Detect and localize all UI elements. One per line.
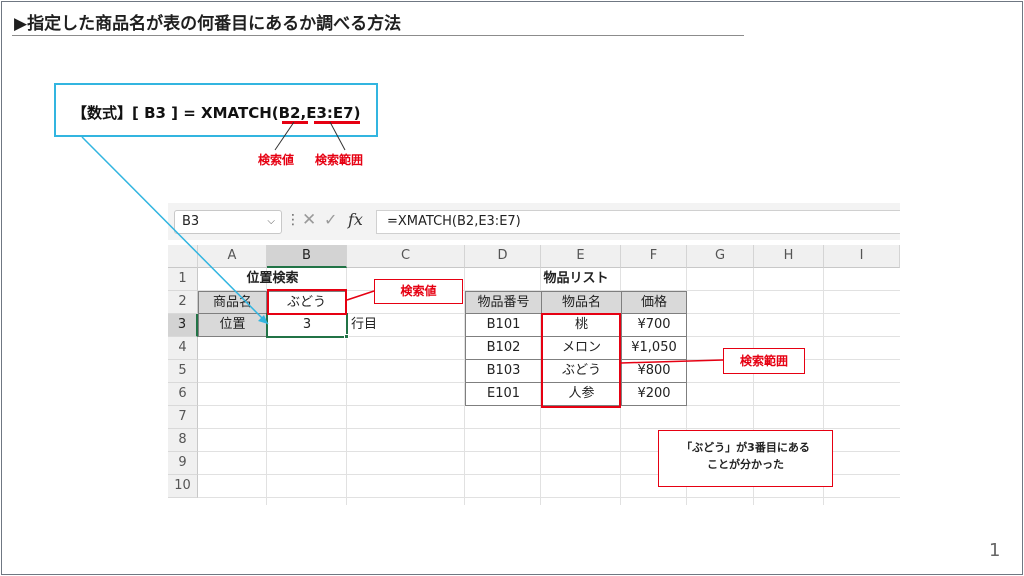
page-number: 1 bbox=[989, 540, 1001, 561]
column-header-g[interactable]: G bbox=[687, 245, 754, 268]
table-cell[interactable]: B102 bbox=[465, 336, 542, 360]
slide-title: ▶指定した商品名が表の何番目にあるか調べる方法 bbox=[14, 14, 402, 34]
table-cell[interactable]: ¥1,050 bbox=[621, 336, 687, 360]
formula-label-lookup-range: 検索範囲 bbox=[315, 153, 364, 167]
row-header-2[interactable]: 2 bbox=[168, 291, 198, 314]
insert-function-icon[interactable]: fx bbox=[348, 210, 363, 229]
callout-lookup-range: 検索範囲 bbox=[723, 348, 805, 374]
cell-a2-product-label[interactable]: 商品名 bbox=[198, 291, 267, 314]
row-header-7[interactable]: 7 bbox=[168, 406, 198, 429]
arg1-underline bbox=[282, 121, 308, 124]
gridline bbox=[198, 497, 900, 498]
gridline bbox=[198, 428, 900, 429]
table-cell[interactable]: ¥700 bbox=[621, 313, 687, 337]
name-box-value: B3 bbox=[182, 214, 200, 229]
column-header-c[interactable]: C bbox=[347, 245, 465, 268]
arg2-underline bbox=[314, 121, 360, 124]
row-header-1[interactable]: 1 bbox=[168, 268, 198, 291]
row-header-9[interactable]: 9 bbox=[168, 452, 198, 475]
result-note-line1: 「ぶどう」が3番目にある bbox=[681, 441, 810, 454]
formula-label-lookup-value: 検索値 bbox=[258, 153, 295, 167]
lookup-value-highlight bbox=[267, 289, 347, 315]
fill-handle[interactable] bbox=[344, 334, 349, 339]
column-header-f[interactable]: F bbox=[621, 245, 687, 268]
result-note: 「ぶどう」が3番目にある ことが分かった bbox=[658, 430, 833, 487]
name-box[interactable]: B3 ⌵ bbox=[174, 210, 282, 234]
column-header-i[interactable]: I bbox=[824, 245, 900, 268]
formula-arg1: B2 bbox=[278, 104, 301, 122]
formula-suffix: ) bbox=[353, 104, 361, 122]
excel-sheet: B3 ⌵ ⋮ ✕ ✓ fx =XMATCH(B2,E3:E7) A B C D E… bbox=[168, 203, 900, 505]
table-header-cell[interactable]: 価格 bbox=[621, 291, 687, 314]
cell-c3-suffix[interactable]: 行目 bbox=[347, 314, 427, 337]
chevron-down-icon[interactable]: ⌵ bbox=[267, 211, 275, 233]
lookup-range-highlight bbox=[541, 313, 621, 408]
table-header-cell[interactable]: 物品番号 bbox=[465, 291, 542, 314]
select-all-corner[interactable] bbox=[168, 245, 198, 268]
table-cell[interactable]: E101 bbox=[465, 382, 542, 406]
column-header-a[interactable]: A bbox=[198, 245, 267, 268]
cancel-icon[interactable]: ✕ bbox=[302, 210, 316, 230]
active-cell-selection bbox=[266, 313, 348, 338]
column-header-h[interactable]: H bbox=[754, 245, 824, 268]
formula-arg2: E3:E7 bbox=[306, 104, 354, 122]
title-rule bbox=[12, 35, 744, 36]
row-header-5[interactable]: 5 bbox=[168, 360, 198, 383]
formula-box: 【数式】[ B3 ] = XMATCH(B2,E3:E7) bbox=[54, 83, 378, 137]
row-header-6[interactable]: 6 bbox=[168, 383, 198, 406]
column-header-e[interactable]: E bbox=[541, 245, 621, 268]
table-header-cell[interactable]: 物品名 bbox=[541, 291, 622, 314]
row-header-3[interactable]: 3 bbox=[168, 314, 198, 337]
column-header-d[interactable]: D bbox=[465, 245, 541, 268]
result-note-line2: ことが分かった bbox=[707, 458, 784, 471]
table-cell[interactable]: B101 bbox=[465, 313, 542, 337]
formula-prefix: 【数式】[ B3 ] = XMATCH( bbox=[72, 104, 279, 122]
position-table-title: 位置検索 bbox=[246, 271, 299, 286]
table-cell[interactable]: B103 bbox=[465, 359, 542, 383]
table-cell[interactable]: ¥200 bbox=[621, 382, 687, 406]
formula-text: 【数式】[ B3 ] = XMATCH(B2,E3:E7) bbox=[72, 102, 360, 123]
formula-bar: B3 ⌵ ⋮ ✕ ✓ fx =XMATCH(B2,E3:E7) bbox=[168, 203, 900, 240]
row-header-10[interactable]: 10 bbox=[168, 475, 198, 498]
column-header-b[interactable]: B bbox=[267, 245, 347, 268]
row-header-4[interactable]: 4 bbox=[168, 337, 198, 360]
row-header-8[interactable]: 8 bbox=[168, 429, 198, 452]
more-options-icon[interactable]: ⋮ bbox=[286, 212, 300, 228]
cell-a3-position-label[interactable]: 位置 bbox=[198, 313, 267, 337]
formula-input[interactable]: =XMATCH(B2,E3:E7) bbox=[376, 210, 900, 234]
table-cell[interactable]: ¥800 bbox=[621, 359, 687, 383]
enter-check-icon[interactable]: ✓ bbox=[324, 210, 337, 229]
callout-lookup-value: 検索値 bbox=[374, 279, 463, 304]
product-list-title: 物品リスト bbox=[543, 271, 609, 286]
